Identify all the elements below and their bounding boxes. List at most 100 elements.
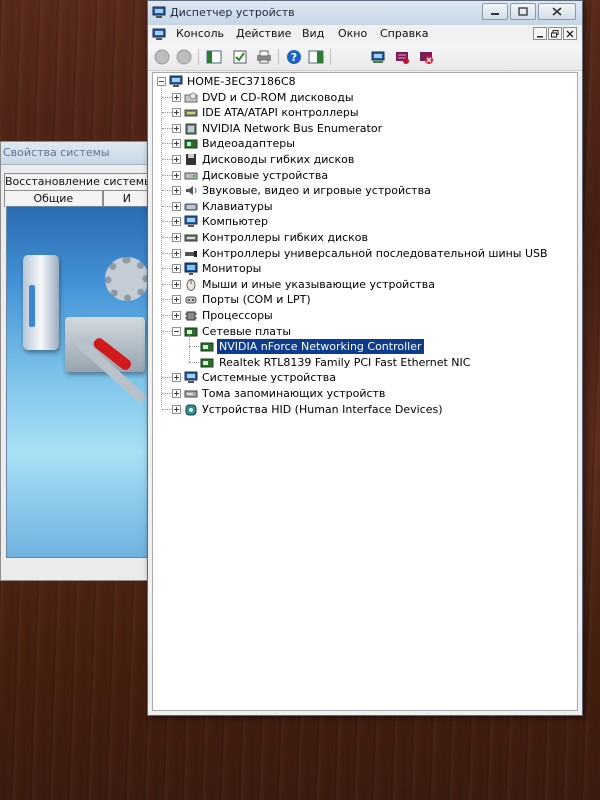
system-properties-banner xyxy=(6,206,151,558)
uninstall-button[interactable] xyxy=(418,49,434,65)
minimize-icon xyxy=(537,35,543,37)
device-tree[interactable]: HOME-3EC37186C8 DVD и CD-ROM дисководы ID… xyxy=(152,72,578,711)
menu-view[interactable]: Вид xyxy=(300,27,326,40)
tree-category[interactable]: Порты (COM и LPT) xyxy=(153,292,577,307)
expand-toggle[interactable] xyxy=(172,92,181,102)
show-pane-icon xyxy=(308,50,324,64)
back-button[interactable] xyxy=(154,49,170,65)
menu-window[interactable]: Окно xyxy=(336,27,369,40)
tree-category[interactable]: Контроллеры универсальной последовательн… xyxy=(153,246,577,261)
minimize-icon xyxy=(491,12,499,15)
tree-category-label: Тома запоминающих устройств xyxy=(202,387,386,400)
tree-category[interactable]: Компьютер xyxy=(153,214,577,229)
minimize-button[interactable] xyxy=(482,3,508,20)
expand-toggle[interactable] xyxy=(172,311,181,320)
print-button[interactable] xyxy=(256,49,272,65)
expand-toggle[interactable] xyxy=(172,139,181,149)
computer-icon xyxy=(169,75,183,87)
usb-controller-icon xyxy=(185,250,197,257)
tab-general[interactable]: Общие xyxy=(4,190,103,207)
tree-category[interactable]: Сетевые платы xyxy=(153,324,577,339)
floppy-controller-icon xyxy=(184,234,198,242)
tree-category[interactable]: Тома запоминающих устройств xyxy=(153,386,577,401)
title-bar[interactable]: Диспетчер устройств xyxy=(148,1,582,26)
maximize-button[interactable] xyxy=(510,3,536,20)
help-button[interactable]: ? xyxy=(286,49,302,65)
tree-category-label: NVIDIA Network Bus Enumerator xyxy=(202,121,383,135)
tree-category[interactable]: Дисковые устройства xyxy=(153,168,577,183)
expand-toggle[interactable] xyxy=(172,217,181,227)
tree-category[interactable]: Видеоадаптеры xyxy=(153,136,577,151)
console-tree-button[interactable] xyxy=(206,49,222,65)
collapse-toggle[interactable] xyxy=(172,326,181,336)
tree-device-selected[interactable]: NVIDIA nForce Networking Controller xyxy=(153,339,577,355)
computer-icon xyxy=(184,215,198,228)
tree-category-label: Мыши и иные указывающие устройства xyxy=(202,277,436,291)
hid-icon xyxy=(185,404,197,416)
tree-category-label: Мониторы xyxy=(202,262,262,276)
expand-toggle[interactable] xyxy=(172,295,181,305)
tree-category[interactable]: NVIDIA Network Bus Enumerator xyxy=(153,121,577,136)
properties-icon xyxy=(233,50,247,64)
menu-action[interactable]: Действие xyxy=(234,27,293,40)
properties-button[interactable] xyxy=(232,49,248,65)
tree-category[interactable]: Мыши и иные указывающие устройства xyxy=(153,277,577,292)
menu-help[interactable]: Справка xyxy=(378,27,430,40)
expand-toggle[interactable] xyxy=(172,233,181,242)
child-minimize-button[interactable] xyxy=(533,27,547,40)
scan-hardware-button[interactable] xyxy=(370,49,386,65)
show-hide-button[interactable] xyxy=(308,49,324,65)
menu-console[interactable]: Консоль xyxy=(174,27,226,40)
tab-system-restore[interactable]: Восстановление системы xyxy=(4,173,151,190)
tree-category-label: IDE ATA/ATAPI контроллеры xyxy=(202,106,359,120)
network-adapter-icon xyxy=(200,358,214,368)
tree-device[interactable]: Realtek RTL8139 Family PCI Fast Ethernet… xyxy=(153,355,577,370)
child-restore-button[interactable] xyxy=(548,27,562,40)
tree-category-label: Контроллеры универсальной последовательн… xyxy=(202,246,548,260)
expand-toggle[interactable] xyxy=(172,279,181,289)
expand-toggle[interactable] xyxy=(172,155,181,164)
expand-toggle[interactable] xyxy=(172,248,181,258)
floppy-drive-icon xyxy=(186,154,196,165)
sound-device-icon xyxy=(186,186,197,196)
expand-toggle[interactable] xyxy=(172,186,181,196)
toolbar: ? xyxy=(148,44,582,71)
expand-toggle[interactable] xyxy=(172,108,181,118)
tree-category-label: Процессоры xyxy=(202,309,273,322)
forward-button[interactable] xyxy=(176,49,192,65)
display-adapter-icon xyxy=(184,139,198,149)
update-driver-button[interactable] xyxy=(394,49,410,65)
tree-category[interactable]: Контроллеры гибких дисков xyxy=(153,230,577,245)
tree-category[interactable]: DVD и CD-ROM дисководы xyxy=(153,90,577,105)
tree-device-label: Realtek RTL8139 Family PCI Fast Ethernet… xyxy=(219,355,471,369)
close-button[interactable] xyxy=(538,3,576,20)
tree-category[interactable]: Процессоры xyxy=(153,308,577,323)
network-adapter-icon xyxy=(184,327,198,337)
expand-toggle[interactable] xyxy=(172,264,181,274)
tab-hardware[interactable]: И xyxy=(102,190,151,207)
tree-category[interactable]: Устройства HID (Human Interface Devices) xyxy=(153,402,577,417)
expand-toggle[interactable] xyxy=(172,389,181,398)
tree-category[interactable]: Мониторы xyxy=(153,261,577,276)
tree-category[interactable]: IDE ATA/ATAPI контроллеры xyxy=(153,105,577,120)
mouse-icon xyxy=(186,278,196,291)
tree-category[interactable]: Системные устройства xyxy=(153,370,577,385)
mmc-document-icon[interactable] xyxy=(152,28,166,40)
tree-category[interactable]: Звуковые, видео и игровые устройства xyxy=(153,183,577,198)
tree-category-label: Сетевые платы xyxy=(202,324,292,338)
expand-toggle[interactable] xyxy=(172,404,181,414)
tree-category[interactable]: Дисководы гибких дисков xyxy=(153,152,577,167)
back-icon xyxy=(154,49,170,65)
child-close-button[interactable] xyxy=(563,27,577,40)
tree-category-label: Видеоадаптеры xyxy=(202,137,295,151)
window-title: Диспетчер устройств xyxy=(170,6,295,19)
collapse-toggle[interactable] xyxy=(157,77,166,86)
forward-icon xyxy=(176,49,192,65)
expand-toggle[interactable] xyxy=(172,201,181,211)
expand-toggle[interactable] xyxy=(172,373,181,383)
tree-category[interactable]: Клавиатуры xyxy=(153,199,577,214)
expand-toggle[interactable] xyxy=(172,170,181,180)
expand-toggle[interactable] xyxy=(172,123,181,133)
tree-root[interactable]: HOME-3EC37186C8 xyxy=(153,74,577,89)
help-icon: ? xyxy=(287,50,301,64)
